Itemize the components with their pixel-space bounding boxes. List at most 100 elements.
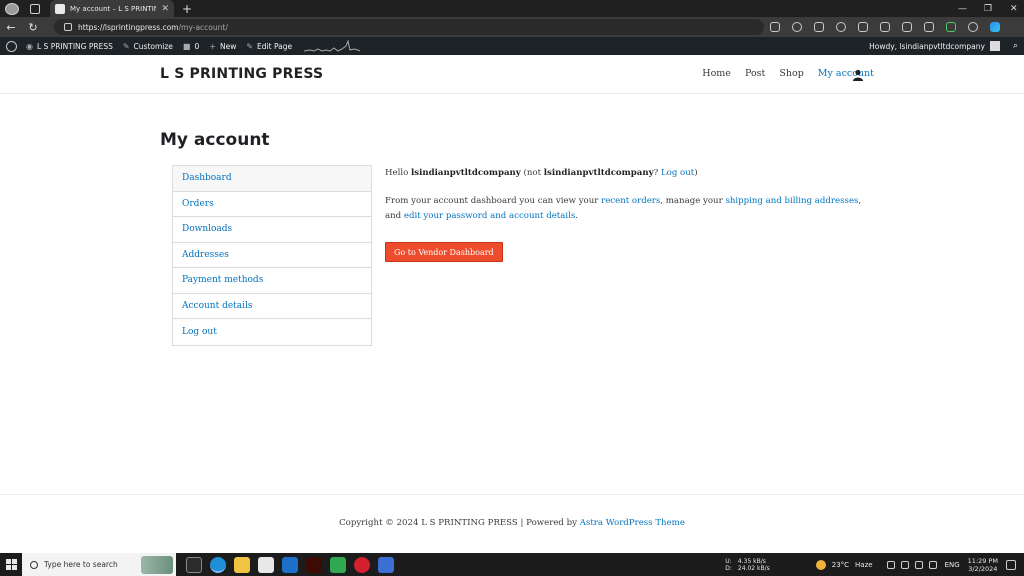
favorite-star-icon[interactable] <box>836 22 846 32</box>
system-tray: U: D: 4.35 kB/s 24.02 kB/s 23°C Haze ENG 1… <box>725 553 1024 576</box>
weather-widget[interactable]: 23°C Haze <box>815 559 873 570</box>
taskbar-search[interactable]: Type here to search <box>22 553 176 576</box>
close-tab-icon[interactable]: ✕ <box>161 4 169 14</box>
chevron-up-icon[interactable] <box>886 560 895 569</box>
nav-shop[interactable]: Shop <box>779 68 803 79</box>
extensions-icon[interactable] <box>858 22 868 32</box>
browser-tab-active[interactable]: My account – L S PRINTING PRESS ✕ <box>50 0 174 17</box>
admin-avatar[interactable] <box>989 41 1000 51</box>
account-nav-downloads[interactable]: Downloads <box>173 217 371 243</box>
admin-search-icon[interactable]: ⌕ <box>1013 41 1018 51</box>
account-nav-dashboard[interactable]: Dashboard <box>173 166 371 192</box>
stats-sparkline-icon[interactable] <box>304 40 361 52</box>
admin-account-area[interactable]: Howdy, lsindianpvtltdcompany ⌕ <box>869 37 1024 55</box>
recent-orders-link[interactable]: recent orders <box>601 196 660 206</box>
nav-post[interactable]: Post <box>745 68 765 79</box>
language-indicator[interactable]: ENG <box>945 561 960 569</box>
pencil-icon: ✎ <box>246 41 254 51</box>
wifi-icon[interactable] <box>914 560 923 569</box>
minimize-button[interactable]: — <box>958 0 967 17</box>
admin-customize[interactable]: ✎ Customize <box>123 42 173 51</box>
nav-my-account[interactable]: My account <box>818 68 874 79</box>
favicon-icon <box>55 3 65 14</box>
account-nav-orders[interactable]: Orders <box>173 192 371 217</box>
close-window-button[interactable]: ✕ <box>1010 0 1018 17</box>
astra-theme-link[interactable]: Astra WordPress Theme <box>580 518 685 528</box>
account-nav-logout[interactable]: Log out <box>173 319 371 345</box>
addresses-link[interactable]: shipping and billing addresses <box>725 196 858 206</box>
new-tab-button[interactable]: + <box>182 2 192 16</box>
account-nav-addresses[interactable]: Addresses <box>173 243 371 268</box>
nav-home[interactable]: Home <box>702 68 731 79</box>
tab-actions-icon[interactable] <box>30 3 40 14</box>
primary-nav: Home Post Shop My account <box>702 68 874 79</box>
windows-logo-icon <box>5 559 17 570</box>
more-menu-icon[interactable] <box>968 22 978 32</box>
wp-admin-bar: ◉ L S PRINTING PRESS ✎ Customize ■ 0 + New ✎… <box>0 37 1024 55</box>
windows-taskbar: Type here to search U: D: 4.35 kB/s 24.02 … <box>0 553 1024 576</box>
account-navigation: Dashboard Orders Downloads Addresses Pay… <box>172 165 372 346</box>
wordpress-logo-icon[interactable] <box>6 40 17 52</box>
start-button[interactable] <box>0 553 22 576</box>
copilot-icon[interactable] <box>990 22 1000 32</box>
brush-icon: ✎ <box>122 41 130 51</box>
vendor-dashboard-button[interactable]: Go to Vendor Dashboard <box>385 242 503 262</box>
tray-icons <box>886 560 937 569</box>
edit-account-link[interactable]: edit your password and account details <box>404 211 575 221</box>
account-nav-payment-methods[interactable]: Payment methods <box>173 268 371 294</box>
volume-icon[interactable] <box>928 560 937 569</box>
plus-icon: + <box>209 41 216 51</box>
file-explorer-icon[interactable] <box>234 556 250 573</box>
battery-icon[interactable] <box>900 560 909 569</box>
illustrator-icon[interactable] <box>306 556 322 573</box>
opera-icon[interactable] <box>354 556 370 573</box>
browser-tool-icons <box>770 17 1000 37</box>
taskbar-apps <box>186 556 394 573</box>
app-green-icon[interactable] <box>330 556 346 573</box>
search-icon <box>30 560 38 569</box>
store-icon[interactable] <box>258 556 274 573</box>
restore-button[interactable]: ❐ <box>984 0 992 17</box>
admin-howdy[interactable]: Howdy, lsindianpvtltdcompany <box>869 42 985 51</box>
favorites-icon[interactable] <box>902 22 912 32</box>
admin-comments[interactable]: ■ 0 <box>183 42 199 51</box>
browser-toolbar: ← ↻ https://lsprintingpress.com/my-accou… <box>0 17 1024 37</box>
lock-icon[interactable] <box>64 23 72 31</box>
upload-speed: 4.35 kB/s <box>737 557 766 565</box>
dashboard-icon: ◉ <box>26 41 33 51</box>
profile-avatar-icon[interactable] <box>5 2 19 15</box>
password-key-icon[interactable] <box>770 22 780 32</box>
back-button[interactable]: ← <box>0 21 22 34</box>
notification-icon[interactable] <box>1006 559 1016 570</box>
tab-title: My account – L S PRINTING PRESS <box>70 4 157 13</box>
page-title: My account <box>160 130 270 150</box>
search-highlight-image <box>141 555 173 574</box>
username-not: lsindianpvtltdcompany <box>543 168 654 178</box>
admin-new[interactable]: + New <box>209 42 236 51</box>
clock[interactable]: 11:29 PM 3/2/2024 <box>968 557 998 573</box>
address-bar[interactable]: https://lsprintingpress.com/my-account/ <box>54 19 764 35</box>
site-header: L S PRINTING PRESS Home Post Shop My acc… <box>0 55 1024 94</box>
word-icon[interactable] <box>378 556 394 573</box>
collections-icon[interactable] <box>924 22 934 32</box>
split-screen-icon[interactable] <box>880 22 890 32</box>
admin-site-name[interactable]: ◉ L S PRINTING PRESS <box>26 42 113 51</box>
edge-icon[interactable] <box>210 556 226 573</box>
browser-essentials-icon[interactable] <box>946 22 956 32</box>
user-account-icon[interactable] <box>852 69 864 81</box>
footer-copyright: Copyright © 2024 L S PRINTING PRESS | Po… <box>339 518 685 528</box>
site-footer: Copyright © 2024 L S PRINTING PRESS | Po… <box>0 494 1024 552</box>
download-speed: 24.02 kB/s <box>737 564 770 572</box>
mail-icon[interactable] <box>282 556 298 573</box>
browser-tab-strip: My account – L S PRINTING PRESS ✕ + — ❐ … <box>0 0 1024 17</box>
logout-link[interactable]: Log out <box>661 168 694 178</box>
admin-edit-page[interactable]: ✎ Edit Page <box>246 42 292 51</box>
task-view-icon[interactable] <box>186 556 202 573</box>
taskbar-search-placeholder: Type here to search <box>44 560 118 569</box>
refresh-button[interactable]: ↻ <box>22 21 44 34</box>
account-nav-account-details[interactable]: Account details <box>173 294 371 319</box>
username: lsindianpvtltdcompany <box>410 168 521 178</box>
zoom-icon[interactable] <box>792 22 802 32</box>
site-title[interactable]: L S PRINTING PRESS <box>160 66 323 82</box>
read-aloud-icon[interactable] <box>814 22 824 32</box>
